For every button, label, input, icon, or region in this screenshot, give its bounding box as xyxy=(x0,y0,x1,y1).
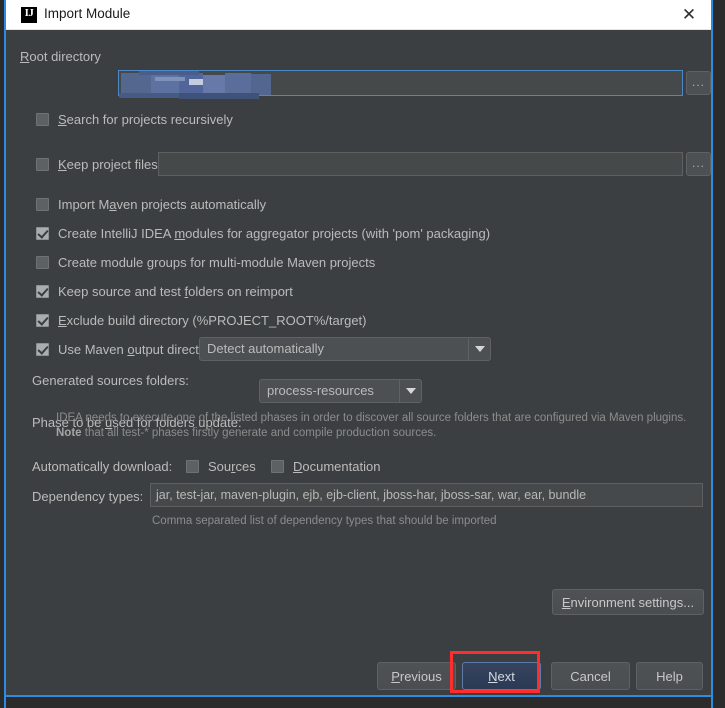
chevron-down-icon[interactable] xyxy=(468,338,490,360)
checkbox-label: Import Maven projects automatically xyxy=(58,197,267,212)
root-directory-browse-button[interactable]: ... xyxy=(686,71,711,95)
note-rest: that all test-* phases firstly generate … xyxy=(81,427,437,439)
phase-note-line-2: Note that all test-* phases firstly gene… xyxy=(56,426,436,441)
previous-button[interactable]: Previous xyxy=(377,662,456,690)
import-module-dialog: IJ Import Module ✕ Root directory ... Se… xyxy=(0,0,725,708)
checkbox-download-documentation[interactable]: Documentation xyxy=(271,459,380,474)
checkbox-box[interactable] xyxy=(36,227,49,240)
dialog-body: Root directory ... Search for projects r… xyxy=(6,30,711,695)
phase-update-dropdown[interactable]: process-resources xyxy=(259,379,422,403)
root-directory-label: Root directory xyxy=(20,49,101,64)
checkbox-label: Documentation xyxy=(293,459,381,474)
note-bold: Note xyxy=(56,427,82,439)
close-icon[interactable]: ✕ xyxy=(667,0,711,29)
checkbox-label: Keep source and test folders on reimport xyxy=(58,284,293,299)
checkbox-box[interactable] xyxy=(36,343,49,356)
chevron-down-icon[interactable] xyxy=(399,380,421,402)
generated-sources-value: Detect automatically xyxy=(207,341,325,356)
checkbox-box[interactable] xyxy=(36,158,49,171)
checkbox-box[interactable] xyxy=(186,460,199,473)
checkbox-exclude-build-directory[interactable]: Exclude build directory (%PROJECT_ROOT%/… xyxy=(36,313,366,328)
root-directory-input[interactable] xyxy=(118,70,683,96)
checkbox-create-intellij-modules[interactable]: Create IntelliJ IDEA modules for aggrega… xyxy=(36,226,490,241)
checkbox-box[interactable] xyxy=(36,198,49,211)
checkbox-box[interactable] xyxy=(36,314,49,327)
title-bar: IJ Import Module ✕ xyxy=(6,0,711,30)
window-outer-bottom xyxy=(0,697,725,708)
checkbox-search-recursively[interactable]: Search for projects recursively xyxy=(36,112,233,127)
generated-sources-folders-dropdown[interactable]: Detect automatically xyxy=(199,337,491,361)
keep-project-files-browse-button[interactable]: ... xyxy=(686,152,711,176)
auto-download-label: Automatically download: xyxy=(32,459,173,474)
checkbox-import-maven-automatically[interactable]: Import Maven projects automatically xyxy=(36,197,266,212)
checkbox-box[interactable] xyxy=(36,256,49,269)
next-button[interactable]: Next xyxy=(462,662,541,690)
dependency-types-label: Dependency types: xyxy=(32,489,144,504)
window-title: Import Module xyxy=(44,6,131,21)
checkbox-create-module-groups[interactable]: Create module groups for multi-module Ma… xyxy=(36,255,375,270)
checkbox-box[interactable] xyxy=(36,113,49,126)
keep-project-files-input[interactable] xyxy=(158,152,683,176)
checkbox-download-sources[interactable]: Sources xyxy=(186,459,256,474)
cancel-button[interactable]: Cancel xyxy=(551,662,630,690)
help-button[interactable]: Help xyxy=(636,662,703,690)
environment-settings-button[interactable]: Environment settings... xyxy=(552,589,704,615)
dependency-types-hint: Comma separated list of dependency types… xyxy=(152,515,497,527)
checkbox-keep-source-test-folders[interactable]: Keep source and test folders on reimport xyxy=(36,284,293,299)
checkbox-label: Sources xyxy=(208,459,256,474)
intellij-idea-icon: IJ xyxy=(21,7,37,23)
checkbox-label: Create module groups for multi-module Ma… xyxy=(58,255,376,270)
checkbox-label: Exclude build directory (%PROJECT_ROOT%/… xyxy=(58,313,367,328)
window-outer-right xyxy=(713,0,725,708)
checkbox-keep-project-files-in[interactable]: Keep project files in: xyxy=(36,157,175,172)
checkbox-box[interactable] xyxy=(36,285,49,298)
checkbox-label: Create IntelliJ IDEA modules for aggrega… xyxy=(58,226,491,241)
window-border-right xyxy=(711,0,713,708)
checkbox-box[interactable] xyxy=(271,460,284,473)
dependency-types-input[interactable]: jar, test-jar, maven-plugin, ejb, ejb-cl… xyxy=(150,483,703,507)
phase-note-line-1: IDEA needs to execute one of the listed … xyxy=(56,412,687,424)
window-border-bottom xyxy=(4,695,713,697)
phase-update-value: process-resources xyxy=(267,383,374,398)
generated-sources-label: Generated sources folders: xyxy=(32,373,189,388)
checkbox-label: Search for projects recursively xyxy=(58,112,233,127)
